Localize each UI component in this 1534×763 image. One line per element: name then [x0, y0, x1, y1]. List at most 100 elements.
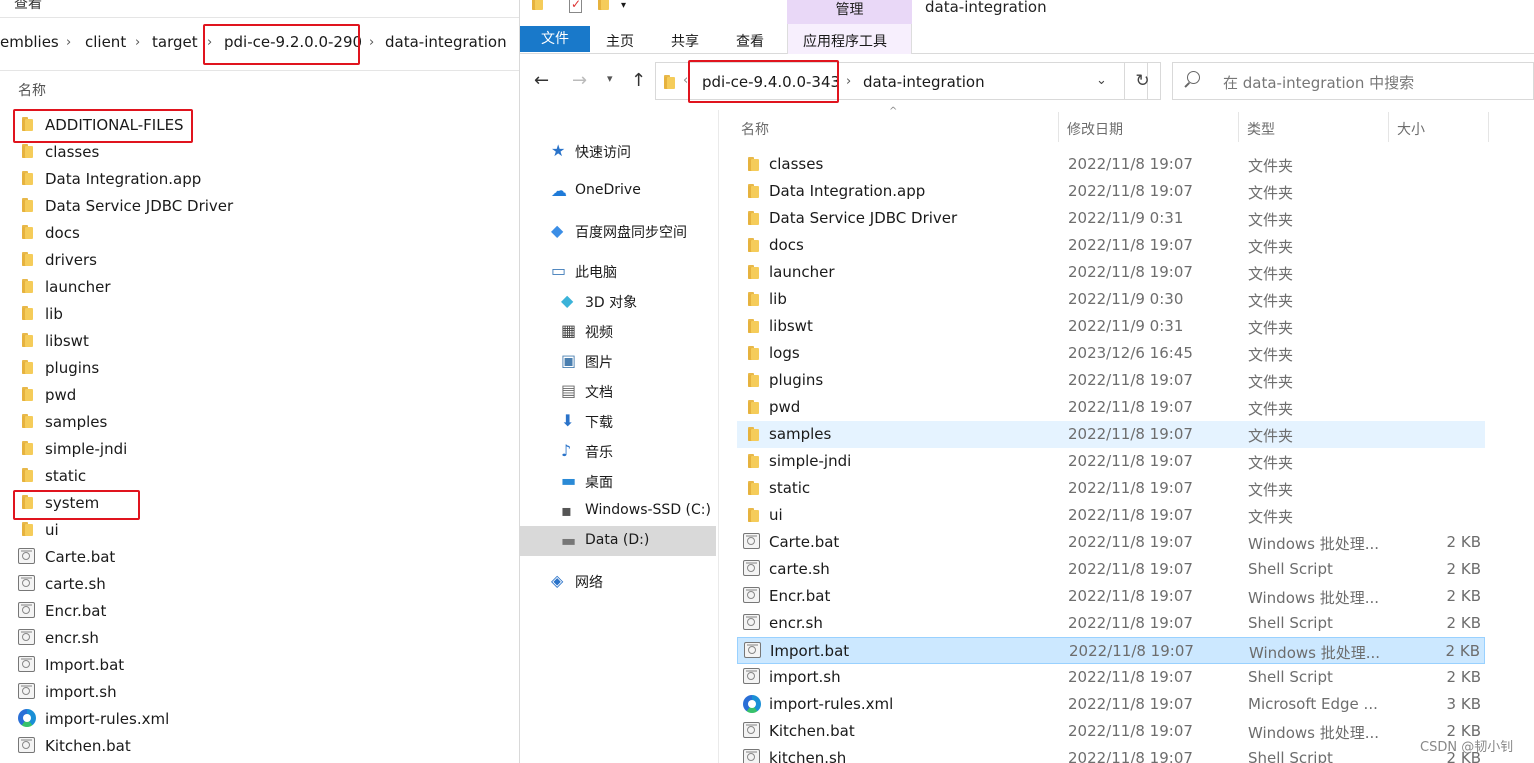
table-row[interactable]: pwd 2022/11/8 19:07 文件夹 — [737, 394, 1485, 421]
up-arrow-icon[interactable]: ↑ — [631, 70, 646, 91]
nav-item[interactable]: ▭ 此电脑 — [520, 256, 716, 286]
table-row[interactable]: Kitchen.bat 2022/11/8 19:07 Windows 批处理...… — [737, 718, 1485, 745]
list-item[interactable]: import-rules.xml — [0, 706, 519, 733]
new-folder-icon[interactable] — [596, 0, 610, 10]
table-row[interactable]: Encr.bat 2022/11/8 19:07 Windows 批处理... 2 K… — [737, 583, 1485, 610]
context-tab-manage[interactable]: 管理 — [787, 0, 912, 24]
row-name: libswt — [769, 317, 813, 335]
list-item[interactable]: ui — [0, 517, 519, 544]
refresh-button[interactable]: ↻ — [1124, 62, 1161, 100]
item-name: import-rules.xml — [45, 710, 170, 728]
folder-icon — [20, 333, 34, 347]
table-row[interactable]: Data Service JDBC Driver 2022/11/9 0:31 文件… — [737, 205, 1485, 232]
table-row[interactable]: carte.sh 2022/11/8 19:07 Shell Script 2 KB — [737, 556, 1485, 583]
left-breadcrumb-2[interactable]: target — [152, 33, 198, 51]
column-header-date[interactable]: 修改日期 — [1067, 119, 1123, 139]
left-breadcrumb-3[interactable]: pdi-ce-9.2.0.0-290 — [224, 33, 362, 51]
address-segment-1[interactable]: data-integration — [863, 73, 985, 91]
table-row[interactable]: Data Integration.app 2022/11/8 19:07 文件夹 — [737, 178, 1485, 205]
left-breadcrumb-4[interactable]: data-integration — [385, 33, 507, 51]
table-row[interactable]: import-rules.xml 2022/11/8 19:07 Microsoft… — [737, 691, 1485, 718]
tab-home[interactable]: 主页 — [606, 31, 634, 51]
table-row[interactable]: Import.bat 2022/11/8 19:07 Windows 批处理... 2… — [737, 637, 1485, 664]
list-item[interactable]: Data Service JDBC Driver — [0, 193, 519, 220]
nav-item[interactable]: ☁ OneDrive — [520, 176, 716, 206]
list-item[interactable]: pwd — [0, 382, 519, 409]
list-item[interactable]: docs — [0, 220, 519, 247]
tab-view[interactable]: 查看 — [736, 31, 764, 51]
nav-item[interactable]: ◆ 3D 对象 — [520, 286, 716, 316]
nav-item[interactable]: ♪ 音乐 — [520, 436, 716, 466]
quick-access-dropdown-icon[interactable]: ▾ — [621, 0, 626, 11]
left-top-menu[interactable]: 查看 — [14, 0, 42, 13]
nav-item[interactable]: ▦ 视频 — [520, 316, 716, 346]
table-row[interactable]: Carte.bat 2022/11/8 19:07 Windows 批处理... 2 … — [737, 529, 1485, 556]
row-date: 2022/11/8 19:07 — [1068, 614, 1193, 632]
nav-item[interactable]: ▪ Windows-SSD (C:) — [520, 496, 716, 526]
row-name: launcher — [769, 263, 835, 281]
script-file-icon — [18, 629, 35, 645]
list-item[interactable]: ADDITIONAL-FILES — [0, 112, 519, 139]
table-row[interactable]: samples 2022/11/8 19:07 文件夹 — [737, 421, 1485, 448]
nav-item[interactable]: ▬ 桌面 — [520, 466, 716, 496]
column-header-name[interactable]: 名称 — [741, 119, 769, 139]
table-row[interactable]: kitchen.sh 2022/11/8 19:07 Shell Script 2 K… — [737, 745, 1485, 763]
recent-dropdown-icon[interactable]: ▾ — [607, 72, 613, 85]
table-row[interactable]: libswt 2022/11/9 0:31 文件夹 — [737, 313, 1485, 340]
list-item[interactable]: carte.sh — [0, 571, 519, 598]
table-row[interactable]: ui 2022/11/8 19:07 文件夹 — [737, 502, 1485, 529]
nav-item[interactable]: ★ 快速访问 — [520, 136, 716, 166]
list-item[interactable]: libswt — [0, 328, 519, 355]
list-item[interactable]: classes — [0, 139, 519, 166]
list-item[interactable]: launcher — [0, 274, 519, 301]
table-row[interactable]: simple-jndi 2022/11/8 19:07 文件夹 — [737, 448, 1485, 475]
list-item[interactable]: lib — [0, 301, 519, 328]
column-header-type[interactable]: 类型 — [1247, 119, 1275, 139]
cube-icon: ◆ — [561, 291, 574, 310]
table-row[interactable]: lib 2022/11/9 0:30 文件夹 — [737, 286, 1485, 313]
forward-arrow-icon[interactable]: → — [572, 70, 587, 91]
left-breadcrumb-0[interactable]: emblies — [0, 33, 59, 51]
list-item[interactable]: drivers — [0, 247, 519, 274]
back-arrow-icon[interactable]: ← — [534, 70, 549, 91]
tab-share[interactable]: 共享 — [671, 31, 699, 51]
table-row[interactable]: static 2022/11/8 19:07 文件夹 — [737, 475, 1485, 502]
table-row[interactable]: encr.sh 2022/11/8 19:07 Shell Script 2 KB — [737, 610, 1485, 637]
address-bar[interactable]: ‹ pdi-ce-9.4.0.0-343 › data-integration … — [655, 62, 1148, 100]
table-row[interactable]: import.sh 2022/11/8 19:07 Shell Script 2 KB — [737, 664, 1485, 691]
list-item[interactable]: Encr.bat — [0, 598, 519, 625]
list-item[interactable]: static — [0, 463, 519, 490]
table-row[interactable]: plugins 2022/11/8 19:07 文件夹 — [737, 367, 1485, 394]
table-row[interactable]: docs 2022/11/8 19:07 文件夹 — [737, 232, 1485, 259]
table-row[interactable]: launcher 2022/11/8 19:07 文件夹 — [737, 259, 1485, 286]
list-item[interactable]: plugins — [0, 355, 519, 382]
address-segment-0[interactable]: pdi-ce-9.4.0.0-343 — [702, 73, 840, 91]
nav-item[interactable]: ◈ 网络 — [520, 566, 716, 596]
search-box[interactable]: 在 data-integration 中搜索 — [1172, 62, 1534, 100]
nav-item[interactable]: ◆ 百度网盘同步空间 — [520, 216, 716, 246]
list-item[interactable]: simple-jndi — [0, 436, 519, 463]
list-item[interactable]: samples — [0, 409, 519, 436]
table-row[interactable]: classes 2022/11/8 19:07 文件夹 — [737, 151, 1485, 178]
nav-item[interactable]: ▣ 图片 — [520, 346, 716, 376]
left-column-header-name[interactable]: 名称 — [18, 80, 46, 100]
row-name: simple-jndi — [769, 452, 852, 470]
list-item[interactable]: Data Integration.app — [0, 166, 519, 193]
tab-file[interactable]: 文件 — [520, 26, 590, 52]
list-item[interactable]: import.sh — [0, 679, 519, 706]
tab-app-tools[interactable]: 应用程序工具 — [787, 24, 912, 54]
list-item[interactable]: Carte.bat — [0, 544, 519, 571]
address-dropdown-icon[interactable]: ⌄ — [1096, 73, 1107, 88]
list-item[interactable]: encr.sh — [0, 625, 519, 652]
nav-item[interactable]: ▤ 文档 — [520, 376, 716, 406]
list-item[interactable]: Import.bat — [0, 652, 519, 679]
list-item[interactable]: system — [0, 490, 519, 517]
column-header-size[interactable]: 大小 — [1397, 119, 1425, 139]
table-row[interactable]: logs 2023/12/6 16:45 文件夹 — [737, 340, 1485, 367]
nav-item[interactable]: ▬ Data (D:) — [520, 526, 716, 556]
left-breadcrumb-1[interactable]: client — [85, 33, 126, 51]
nav-item[interactable]: ⬇ 下载 — [520, 406, 716, 436]
item-name: Data Service JDBC Driver — [45, 197, 234, 215]
list-item[interactable]: Kitchen.bat — [0, 733, 519, 760]
left-address-bar[interactable]: emblies › client › target › pdi-ce-9.2.0… — [0, 23, 519, 63]
